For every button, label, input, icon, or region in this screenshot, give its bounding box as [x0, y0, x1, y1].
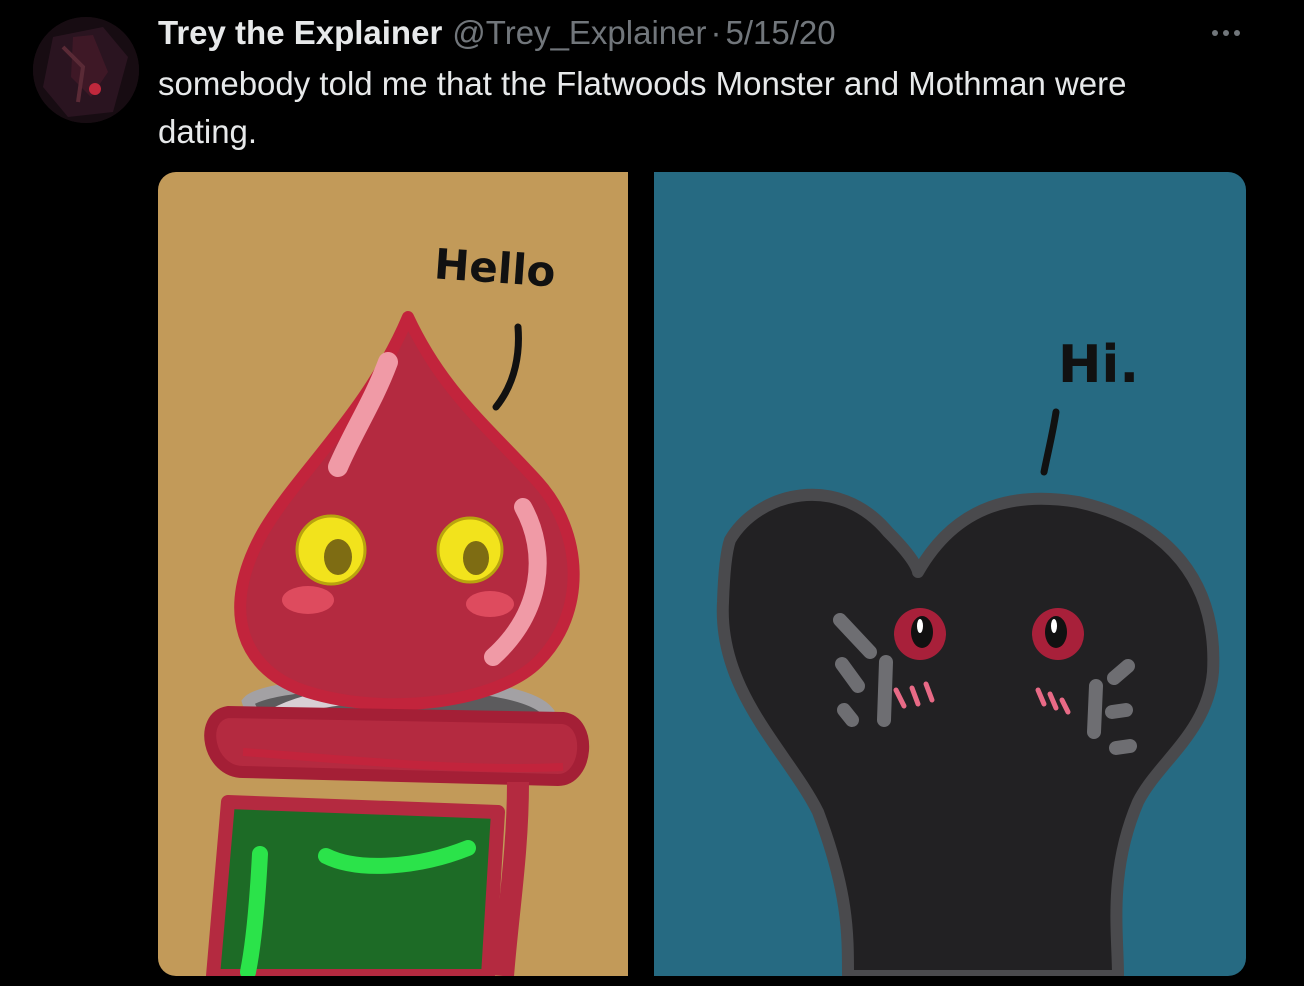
comic-image: Hello Hi.	[158, 172, 1246, 976]
handle[interactable]: @Trey_Explainer	[452, 14, 706, 52]
more-horizontal-icon	[1212, 30, 1240, 36]
tweet-text: somebody told me that the Flatwoods Mons…	[158, 65, 1127, 150]
display-name[interactable]: Trey the Explainer	[158, 14, 442, 52]
header-separator: ·	[710, 14, 722, 51]
hello-caption: Hello	[433, 239, 557, 296]
tweet-date[interactable]: 5/15/20	[726, 14, 836, 52]
avatar-image	[33, 17, 139, 123]
hi-caption: Hi.	[1058, 335, 1139, 395]
avatar[interactable]	[33, 17, 139, 123]
tweet-header: Trey the Explainer @Trey_Explainer · 5/1…	[158, 12, 836, 54]
panel-divider	[628, 172, 654, 976]
more-button[interactable]	[1206, 18, 1246, 48]
tweet-media[interactable]: Hello Hi.	[158, 172, 1246, 976]
